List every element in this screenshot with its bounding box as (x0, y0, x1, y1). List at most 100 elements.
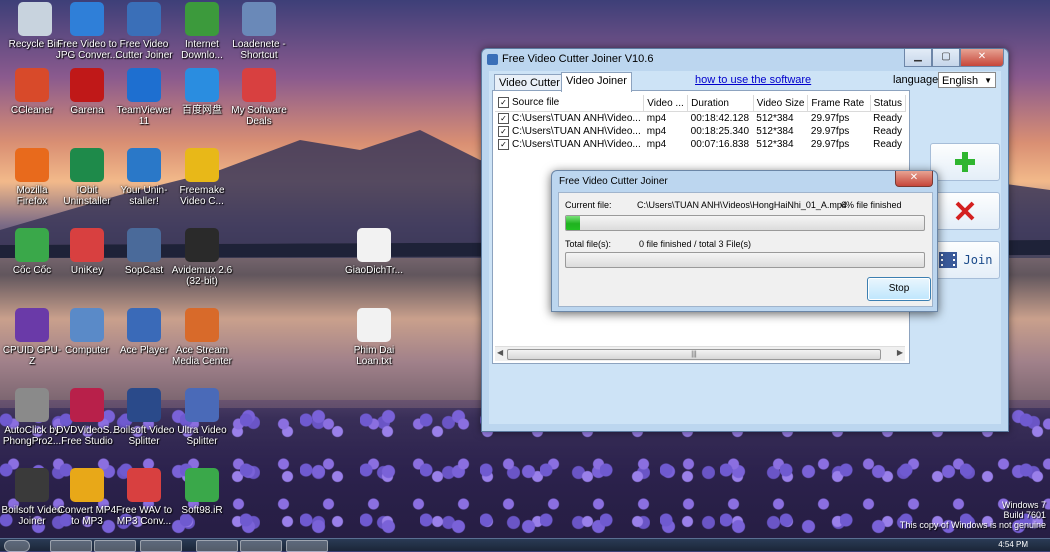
loader-icon (242, 2, 276, 36)
taskbar-video-joiner-button[interactable] (286, 540, 328, 552)
ace-stream-icon (185, 308, 219, 342)
scrollbar-thumb[interactable]: ||| (507, 349, 881, 360)
coccoc-icon (15, 228, 49, 262)
uninstaller-icon (127, 148, 161, 182)
desktop-icon-label: Ultra Video Splitter (177, 425, 227, 447)
desktop-icon[interactable]: Your Unin-staller! (112, 148, 176, 207)
dialog-body: Current file: C:\Users\TUAN ANH\Videos\H… (558, 192, 933, 307)
desktop-icon-label: TeamViewer 11 (116, 105, 172, 127)
desktop-icon[interactable]: Computer (55, 308, 119, 356)
current-file-path: C:\Users\TUAN ANH\Videos\HongHaiNhi_01_A… (637, 200, 847, 210)
tab-video-cutter[interactable]: Video Cutter (494, 74, 565, 91)
red-x-icon (955, 201, 975, 221)
desktop-icon[interactable]: UniKey (55, 228, 119, 276)
cell-format: mp4 (646, 113, 667, 124)
cell-status: Ready (873, 126, 903, 137)
scroll-left-icon[interactable]: ◀ (497, 348, 503, 357)
cart-icon (242, 68, 276, 102)
header-duration[interactable]: Duration (687, 95, 754, 112)
minimize-button[interactable]: ▁ (904, 49, 932, 67)
header-frame-rate[interactable]: Frame Rate (807, 95, 871, 112)
desktop-icon[interactable]: Loadenete - Shortcut (227, 2, 291, 61)
row-checkbox[interactable]: ✓ (498, 125, 509, 137)
header-status[interactable]: Status (870, 95, 907, 112)
desktop-icon[interactable]: Ace Stream Media Center (170, 308, 234, 367)
taskbar-coccoc-button[interactable] (240, 540, 282, 552)
row-checkbox[interactable]: ✓ (498, 112, 509, 124)
desktop-icon-label: Internet Downlo... (181, 39, 223, 61)
table-row[interactable]: ✓ C:\Users\TUAN ANH\Video... mp4 00:07:16.8… (495, 138, 906, 151)
add-file-button[interactable] (930, 143, 1000, 181)
desktop-icon[interactable]: TeamViewer 11 (112, 68, 176, 127)
close-button[interactable]: ✕ (960, 49, 1004, 67)
desktop-icon[interactable]: Soft98.iR (170, 468, 234, 516)
current-file-progress-text: 6% file finished (841, 200, 902, 210)
window-title: Free Video Cutter Joiner V10.6 (502, 53, 654, 65)
dialog-close-button[interactable]: ✕ (895, 171, 933, 187)
progress-dialog: Free Video Cutter Joiner ✕ Current file:… (551, 170, 938, 312)
maximize-button[interactable]: ▢ (932, 49, 960, 67)
desktop-icon[interactable]: My Software Deals (227, 68, 291, 127)
join-button[interactable]: Join (930, 241, 1000, 279)
stop-button[interactable]: Stop (867, 277, 931, 301)
desktop-icon-label: Loadenete - Shortcut (232, 39, 286, 61)
table-row[interactable]: ✓ C:\Users\TUAN ANH\Video... mp4 00:18:42.1… (495, 112, 906, 126)
freemake-icon (185, 148, 219, 182)
desktop-icon[interactable]: Convert MP4 to MP3 (55, 468, 119, 527)
desktop-icon[interactable]: DVDVideoS... Free Studio (55, 388, 119, 447)
select-all-checkbox[interactable]: ✓ (498, 97, 509, 109)
remove-file-button[interactable] (930, 192, 1000, 230)
desktop-icon[interactable]: Garena (55, 68, 119, 116)
desktop-icon[interactable]: Boilsoft Video Splitter (112, 388, 176, 447)
desktop-icon-label: Computer (65, 345, 109, 356)
header-video-format[interactable]: Video ... (643, 95, 689, 112)
desktop-icon[interactable]: IObit Uninstaller (55, 148, 119, 207)
desktop-icon-label: DVDVideoS... Free Studio (56, 425, 118, 447)
table-row[interactable]: ✓ C:\Users\TUAN ANH\Video... mp4 00:18:25.3… (495, 125, 906, 138)
teamviewer-icon (127, 68, 161, 102)
idm-icon (185, 2, 219, 36)
desktop-icon[interactable]: Ace Player (112, 308, 176, 356)
horizontal-scrollbar[interactable]: ◀ ||| ▶ (495, 346, 905, 361)
cell-file: ✓ C:\Users\TUAN ANH\Video... (495, 125, 644, 138)
taskbar-explorer-button[interactable] (94, 540, 136, 552)
watermark-line1: Windows 7 (1001, 500, 1046, 510)
taskbar-ie-button[interactable] (50, 540, 92, 552)
start-button[interactable] (4, 540, 30, 552)
film-icon (938, 252, 957, 268)
joiner-icon (15, 468, 49, 502)
row-checkbox[interactable]: ✓ (498, 138, 509, 150)
autoclick-icon (15, 388, 49, 422)
desktop-icon[interactable]: GiaoDichTr... (342, 228, 406, 276)
help-link[interactable]: how to use the software (695, 74, 811, 86)
scissors-icon (127, 388, 161, 422)
source-file-path: C:\Users\TUAN ANH\Video... (512, 126, 641, 138)
desktop-icon[interactable]: SopCast (112, 228, 176, 276)
header-video-size[interactable]: Video Size (753, 95, 809, 112)
jpg-converter-icon (70, 2, 104, 36)
scroll-right-icon[interactable]: ▶ (897, 348, 903, 357)
total-files-label: Total file(s): (565, 239, 612, 249)
desktop-icon[interactable]: Free Video to JPG Conver... (55, 2, 119, 61)
taskbar-app-button[interactable] (196, 540, 238, 552)
taskbar-firefox-button[interactable] (140, 540, 182, 552)
fs-icon (70, 388, 104, 422)
desktop-icon[interactable]: Phim Dai Loan.txt (342, 308, 406, 367)
language-select[interactable]: English ▼ (938, 72, 996, 88)
desktop-icon[interactable]: 百度网盘 (170, 68, 234, 116)
desktop-icon[interactable]: Internet Downlo... (170, 2, 234, 61)
tab-video-joiner[interactable]: Video Joiner (561, 72, 632, 92)
desktop-icon-label: GiaoDichTr... (345, 265, 403, 276)
desktop-icon[interactable]: Free WAV to MP3 Conv... (112, 468, 176, 527)
desktop-icon-label: Free Video Cutter Joiner (115, 39, 173, 61)
ccleaner-icon (15, 68, 49, 102)
desktop-icon[interactable]: Ultra Video Splitter (170, 388, 234, 447)
taskbar-clock[interactable]: 4:54 PM (998, 540, 1028, 549)
desktop-icon[interactable]: Avidemux 2.6 (32-bit) (170, 228, 234, 287)
desktop-icon[interactable]: Free Video Cutter Joiner (112, 2, 176, 61)
soft98-icon (185, 468, 219, 502)
desktop-icon[interactable]: Freemake Video C... (170, 148, 234, 207)
header-source-file[interactable]: ✓ Source file (495, 95, 645, 112)
cell-status: Ready (873, 139, 903, 150)
recycle-bin-icon (18, 2, 52, 36)
